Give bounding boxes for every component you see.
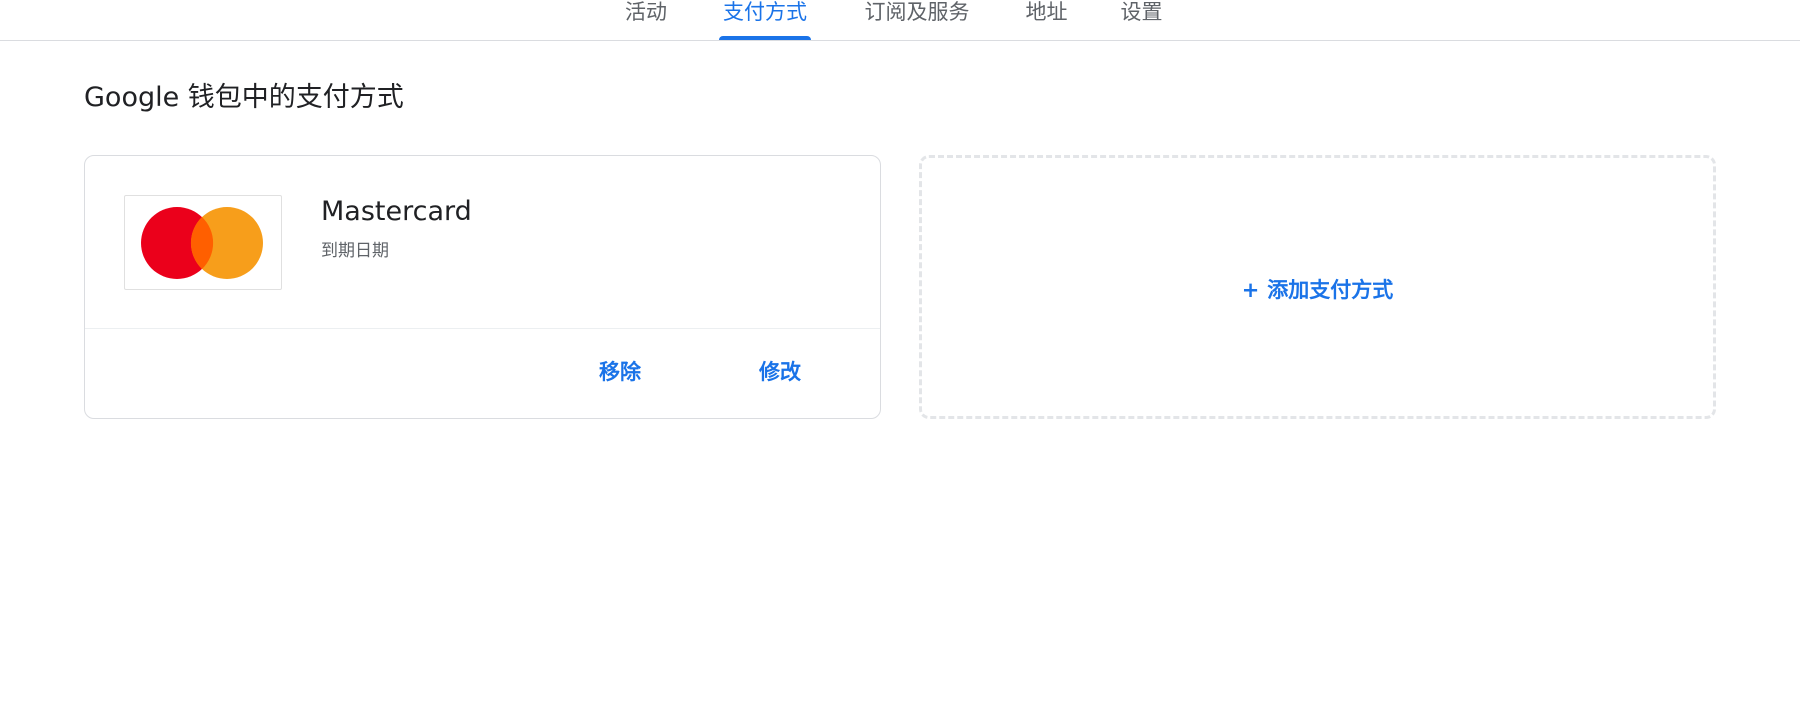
tab-subscriptions-services[interactable]: 订阅及服务 bbox=[860, 0, 974, 40]
tab-settings[interactable]: 设置 bbox=[1118, 0, 1165, 40]
add-payment-method-label-wrap: + 添加支付方式 bbox=[922, 277, 1713, 303]
remove-button[interactable]: 移除 bbox=[599, 359, 641, 385]
mastercard-logo-icon bbox=[124, 195, 282, 290]
card-name: Mastercard bbox=[321, 196, 472, 227]
add-payment-method-button[interactable]: + 添加支付方式 bbox=[919, 155, 1716, 419]
page-title: Google 钱包中的支付方式 bbox=[84, 82, 404, 113]
active-tab-indicator bbox=[719, 36, 811, 40]
tab-activity[interactable]: 活动 bbox=[622, 0, 670, 40]
mastercard-logo-svg bbox=[141, 207, 263, 279]
card-expiry-label: 到期日期 bbox=[321, 241, 389, 261]
tab-payment-methods[interactable]: 支付方式 bbox=[719, 0, 811, 40]
tab-label: 活动 bbox=[625, 0, 667, 24]
top-tab-bar: 活动 支付方式 订阅及服务 地址 设置 bbox=[0, 0, 1800, 41]
tab-label: 订阅及服务 bbox=[864, 0, 970, 24]
edit-button[interactable]: 修改 bbox=[759, 359, 801, 385]
card-divider bbox=[85, 328, 880, 329]
payment-method-card: Mastercard 到期日期 移除 修改 bbox=[84, 155, 881, 419]
add-payment-method-label: 添加支付方式 bbox=[1267, 278, 1394, 302]
plus-icon: + bbox=[1241, 278, 1260, 302]
tab-label: 地址 bbox=[1025, 0, 1068, 24]
tab-label: 支付方式 bbox=[723, 0, 807, 24]
tab-addresses[interactable]: 地址 bbox=[1023, 0, 1070, 40]
tab-label: 设置 bbox=[1120, 0, 1163, 24]
